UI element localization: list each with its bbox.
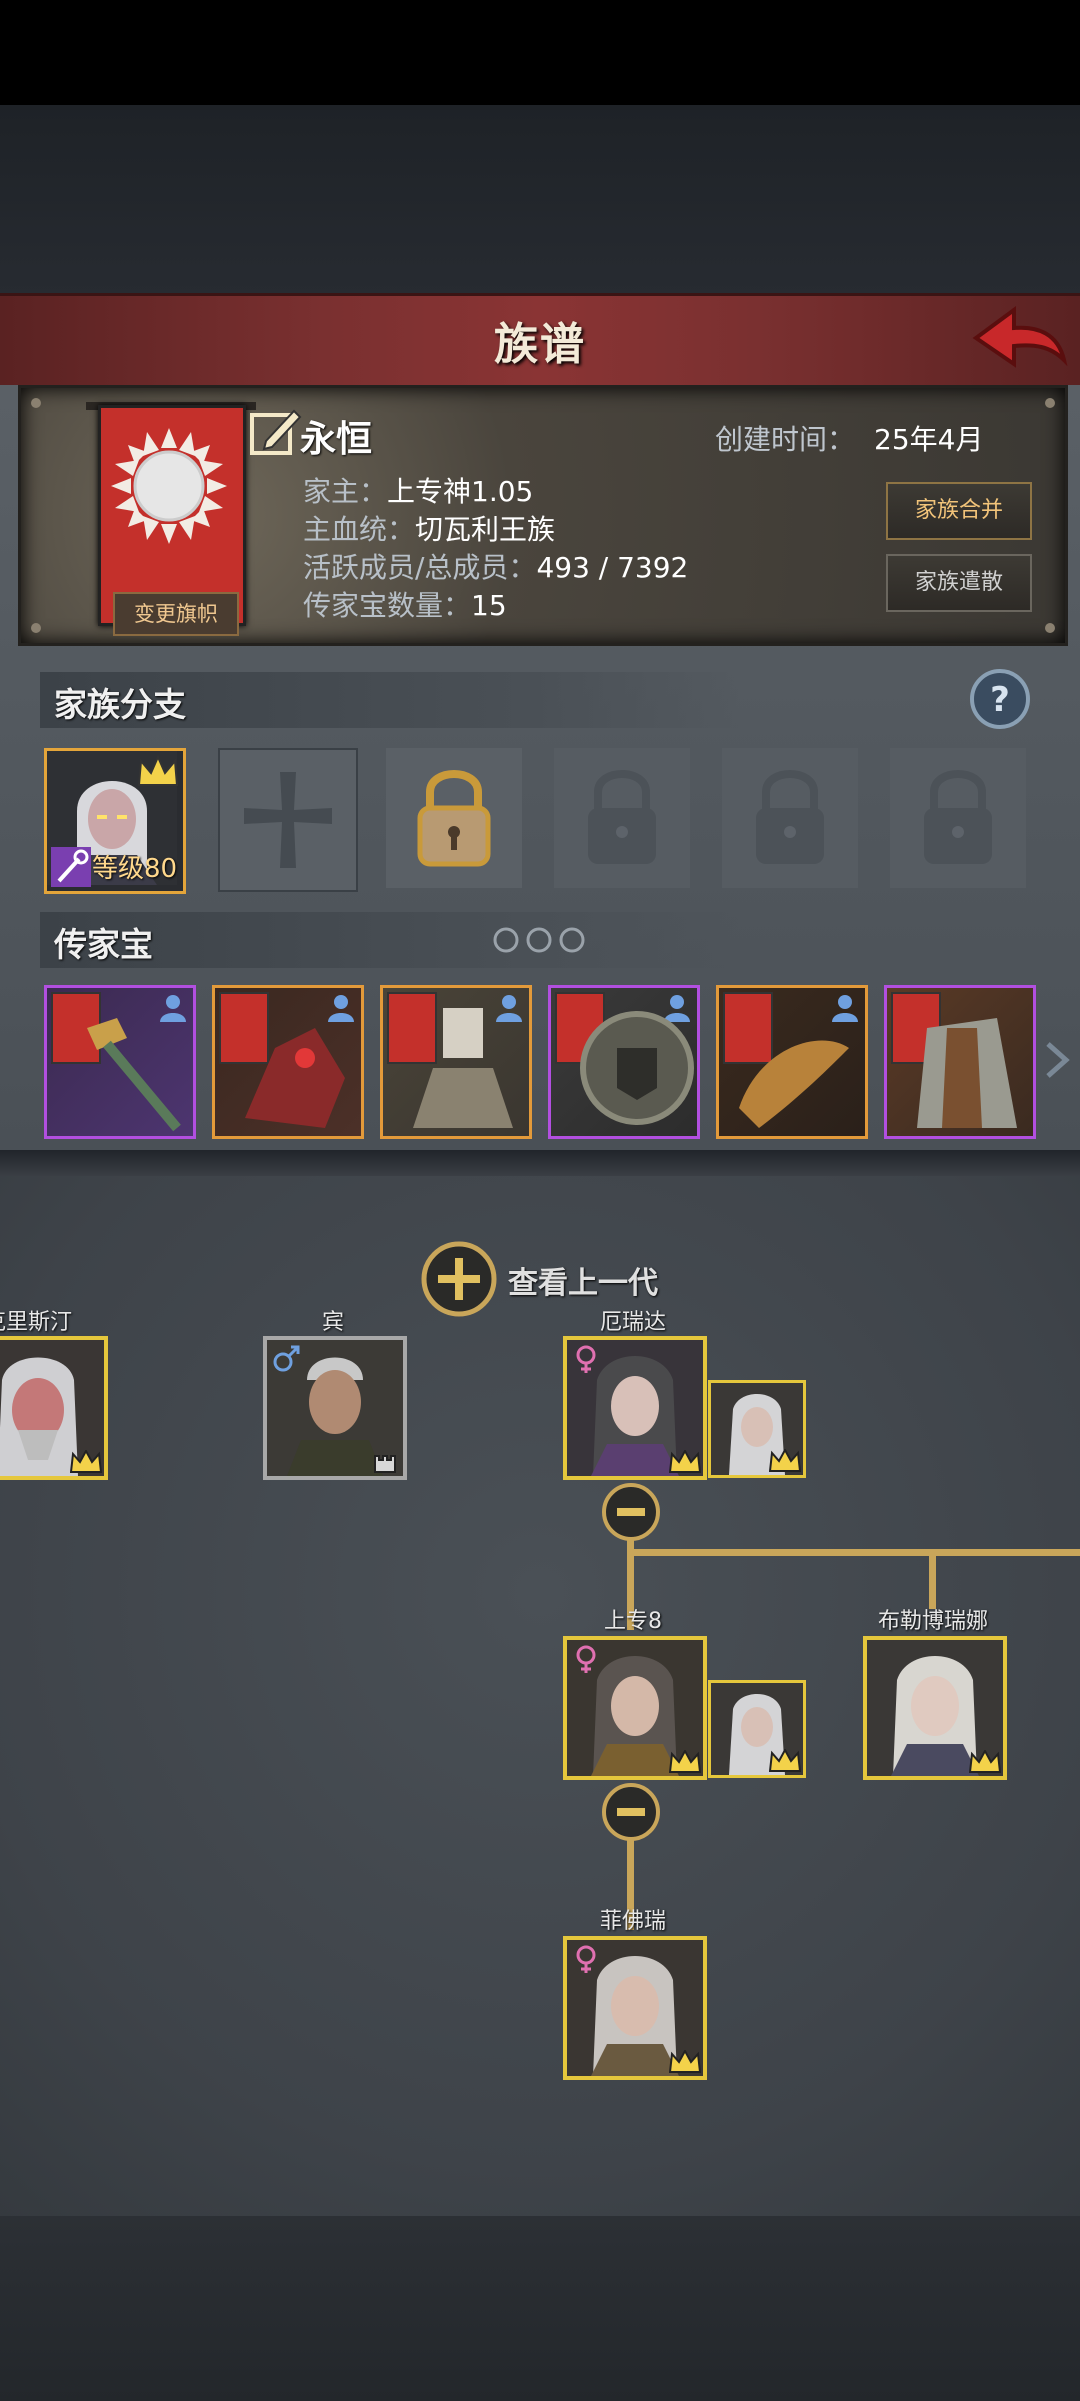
family-name: 永恒 [300, 419, 373, 460]
bloodline-value: 切瓦利王族 [415, 513, 556, 546]
dark-creature-icon [245, 1028, 345, 1128]
back-arrow-icon[interactable] [968, 300, 1068, 380]
heirloom-item-2[interactable] [212, 985, 364, 1139]
plus-circle-icon[interactable] [420, 1240, 498, 1318]
branch-slot-3[interactable] [386, 748, 522, 888]
heirloom-count-value: 15 [471, 589, 507, 622]
member-portrait-bin[interactable] [263, 1336, 407, 1480]
female-symbol-icon [576, 1345, 596, 1373]
member-portrait-shangzhuan8-spouse[interactable] [708, 1680, 806, 1778]
family-head-value: 上专神1.05 [387, 475, 534, 508]
heirloom-item-3[interactable] [380, 985, 532, 1139]
staff-class-icon [51, 847, 91, 887]
branch-slot-6 [890, 748, 1026, 888]
padlock-icon [588, 770, 656, 864]
crown-icon [137, 755, 179, 786]
member-name-brevona: 布勒博瑞娜 [877, 1609, 988, 1634]
member-portrait-feifurui[interactable] [563, 1936, 707, 2080]
member-portrait-erida-spouse[interactable] [708, 1380, 806, 1478]
member-name-shangzhuan8: 上专8 [604, 1609, 662, 1634]
branch-slot-5 [722, 748, 858, 888]
crown-icon [769, 1449, 801, 1472]
male-symbol-icon [273, 1345, 300, 1372]
chevron-right-icon[interactable] [1044, 1040, 1070, 1080]
collapse-minus-icon[interactable] [601, 1782, 661, 1842]
padlock-icon [924, 770, 992, 864]
member-name-erida: 厄瑞达 [599, 1310, 666, 1335]
created-label: 创建时间： [715, 423, 856, 456]
sun-emblem-icon [111, 428, 227, 544]
branch-slot-4 [554, 748, 690, 888]
svg-text:?: ? [990, 680, 1010, 720]
page-title: 族谱 [494, 319, 586, 370]
shield-icon [580, 1011, 694, 1125]
crown-icon [669, 1750, 701, 1773]
created-value: 25年4月 [874, 423, 984, 456]
warrior-icon [413, 1008, 513, 1128]
member-name-feifurui: 菲佛瑞 [599, 1909, 666, 1934]
view-previous-generation[interactable]: 查看上一代 [508, 1258, 658, 1302]
status-bar-area [0, 0, 1080, 105]
branch-section-title: 家族分支 [54, 685, 186, 724]
member-name-kristin: 克里斯汀 [0, 1310, 72, 1335]
page-indicator [493, 927, 585, 953]
hammer-icon [87, 1018, 181, 1132]
armor-icon [917, 1018, 1017, 1128]
female-symbol-icon [576, 1945, 596, 1973]
female-symbol-icon [576, 1645, 596, 1673]
collapse-minus-icon[interactable] [601, 1482, 661, 1542]
heirloom-item-5[interactable] [716, 985, 868, 1139]
member-portrait-erida[interactable] [563, 1336, 707, 1480]
members-label: 活跃成员/总成员： [303, 551, 537, 584]
heirloom-item-6[interactable] [884, 985, 1036, 1139]
crown-icon [70, 1450, 102, 1473]
tree-line [929, 1549, 936, 1609]
top-background [0, 105, 1080, 295]
heirloom-item-4[interactable] [548, 985, 700, 1139]
cross-emblem-icon [244, 772, 332, 868]
help-icon[interactable]: ? [968, 667, 1032, 731]
gold-padlock-icon [417, 770, 491, 867]
edit-pencil-icon[interactable] [248, 405, 302, 459]
section-divider [0, 1150, 1080, 1178]
crown-icon [669, 1450, 701, 1473]
member-portrait-brevona[interactable] [863, 1636, 1007, 1780]
rook-icon [374, 1455, 396, 1473]
member-portrait-kristin[interactable] [0, 1336, 108, 1480]
branch-slot-2[interactable] [218, 748, 358, 892]
heirloom-section-title: 传家宝 [54, 925, 153, 964]
members-value: 493 / 7392 [536, 551, 689, 584]
crown-icon [769, 1749, 801, 1772]
padlock-icon [756, 770, 824, 864]
heirloom-count-label: 传家宝数量： [303, 589, 472, 622]
tree-line [627, 1549, 1080, 1556]
members-row: 活跃成员/总成员：493 / 7392 [303, 546, 688, 586]
bottom-background [0, 2216, 1080, 2401]
branch-level-label: 等级80 [92, 854, 178, 884]
family-head-row: 家主：上专神1.05 [303, 470, 533, 510]
crown-icon [669, 2050, 701, 2073]
heirloom-item-1[interactable] [44, 985, 196, 1139]
family-head-label: 家主： [303, 475, 388, 508]
member-name-bin: 宾 [321, 1310, 344, 1335]
crown-icon [969, 1750, 1001, 1773]
member-portrait-shangzhuan8[interactable] [563, 1636, 707, 1780]
change-banner-button[interactable]: 变更旗帜 [113, 592, 239, 636]
dragon-weapon-icon [739, 1040, 849, 1128]
family-disband-button[interactable]: 家族遣散 [886, 554, 1032, 612]
bloodline-row: 主血统：切瓦利王族 [303, 508, 555, 548]
heirloom-count-row: 传家宝数量：15 [303, 584, 507, 624]
family-merge-button[interactable]: 家族合并 [886, 482, 1032, 540]
bloodline-label: 主血统： [303, 513, 416, 546]
